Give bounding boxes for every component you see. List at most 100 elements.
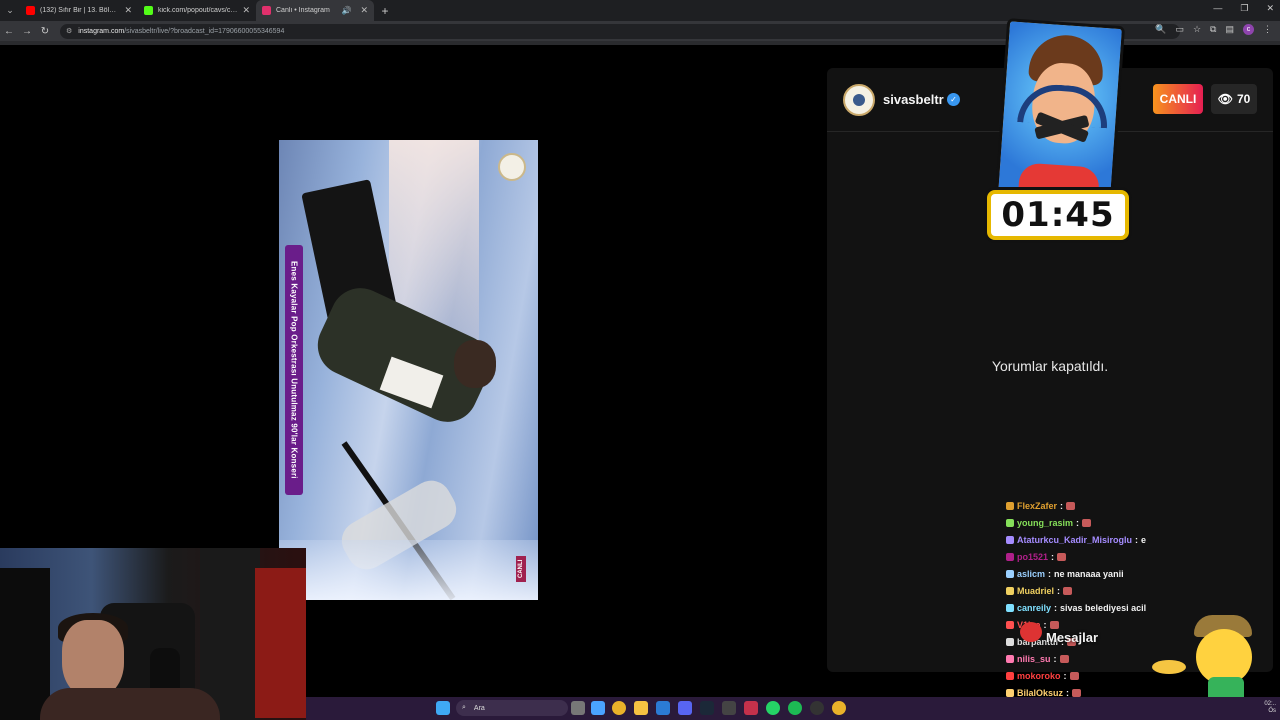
windows-taskbar: ⌕ Ara 02:.. Ös <box>306 697 1280 720</box>
speaker-icon[interactable]: 🔊 <box>341 6 351 15</box>
menu-icon[interactable]: ⋮ <box>1263 24 1272 35</box>
chrome-active-icon[interactable] <box>832 701 846 715</box>
browser-tab-bar: ⌄ (132) Sıfır Bir | 13. Bölüm - YouT ✕ k… <box>0 0 1280 21</box>
municipality-logo-icon <box>498 153 526 181</box>
account-avatar[interactable] <box>843 84 875 116</box>
chat-separator: : <box>1053 654 1057 664</box>
chat-message: canreily: sivas belediyesi acil <box>1006 600 1146 616</box>
reload-icon[interactable]: ↻ <box>36 26 54 37</box>
viewer-count-value: 70 <box>1236 92 1251 106</box>
search-label: Ara <box>473 704 485 712</box>
stage-floor <box>279 540 538 600</box>
bookmark-star-icon[interactable]: ☆ <box>1193 24 1201 35</box>
system-tray: 02:.. Ös <box>1264 701 1276 715</box>
live-badge: CANLI <box>1153 84 1203 114</box>
chat-username[interactable]: FlexZafer <box>1017 501 1057 511</box>
chat-username[interactable]: Ataturkcu_Kadir_Misiroglu <box>1017 535 1132 545</box>
chat-badge-icon <box>1006 587 1014 595</box>
chat-username[interactable]: Muadriel <box>1017 586 1054 596</box>
cast-icon[interactable]: ▭ <box>1175 24 1184 35</box>
chat-emote-icon <box>1069 672 1079 680</box>
eye-icon: 👁 <box>1217 92 1233 106</box>
chat-badge-icon <box>1006 689 1014 697</box>
viewer-count: 👁 70 <box>1211 84 1257 114</box>
url-path: /sivasbeltr/live/?broadcast_id=179066000… <box>124 27 285 35</box>
close-tab-icon[interactable]: ✕ <box>242 5 250 16</box>
copilot-icon[interactable] <box>591 701 605 715</box>
chat-message: aslicm: ne manaaa yanii <box>1006 566 1124 582</box>
app-icon[interactable] <box>722 701 736 715</box>
taskbar-search[interactable]: ⌕ Ara <box>456 700 568 716</box>
maximize-icon[interactable]: ❐ <box>1240 3 1248 14</box>
coins-icon <box>1152 660 1186 674</box>
chat-username[interactable]: po1521 <box>1017 552 1048 562</box>
chat-emote-icon <box>1082 519 1092 527</box>
explorer-icon[interactable] <box>634 701 648 715</box>
extensions-icon[interactable]: ⧉ <box>1210 24 1216 35</box>
new-tab-button[interactable]: + <box>374 4 396 18</box>
toolbar-icons: 🔍 ▭ ☆ ⧉ ▤ c ⋮ <box>1155 24 1272 35</box>
spotify-icon[interactable] <box>788 701 802 715</box>
tab-kick-chat[interactable]: kick.com/popout/cavs/chat ✕ <box>138 0 256 21</box>
chat-emote-icon <box>1059 655 1069 663</box>
site-info-icon[interactable]: ⚙ <box>66 27 72 35</box>
search-icon: ⌕ <box>462 704 466 711</box>
chat-separator: : <box>1063 671 1067 681</box>
chat-username[interactable]: aslicm <box>1017 569 1045 579</box>
chat-message: Muadriel: <box>1006 583 1073 599</box>
chat-emote-icon <box>1057 553 1067 561</box>
chat-badge-icon <box>1006 672 1014 680</box>
comments-disabled-text: Yorumlar kapatıldı. <box>991 358 1109 374</box>
chat-message: Ataturkcu_Kadir_Misiroglu: e <box>1006 532 1146 548</box>
performer-head <box>454 340 496 388</box>
back-icon[interactable]: ← <box>0 26 18 37</box>
forward-icon[interactable]: → <box>18 26 36 37</box>
task-view-icon[interactable] <box>571 701 585 715</box>
messages-label: Mesajlar <box>1046 630 1099 645</box>
account-username[interactable]: sivasbeltr <box>883 92 944 107</box>
chat-separator: : <box>1060 501 1064 511</box>
chat-separator: : <box>1054 603 1058 613</box>
video-live-badge: CANLI <box>516 556 526 582</box>
video-caption: Enes Kayalar Pop Orkestrası Unutulmaz 90… <box>285 245 303 495</box>
steam-icon[interactable] <box>700 701 714 715</box>
sidebar-icon[interactable]: ▤ <box>1225 24 1234 35</box>
close-tab-icon[interactable]: ✕ <box>360 5 368 16</box>
chat-separator: : <box>1076 518 1080 528</box>
timer-value: 01:45 <box>1001 195 1115 235</box>
close-window-icon[interactable]: ✕ <box>1266 3 1274 14</box>
live-video[interactable]: Enes Kayalar Pop Orkestrası Unutulmaz 90… <box>279 140 538 600</box>
chat-username[interactable]: canreily <box>1017 603 1051 613</box>
timer-overlay: 01:45 <box>985 18 1133 246</box>
chrome-icon[interactable] <box>612 701 626 715</box>
chat-badge-icon <box>1006 570 1014 578</box>
ccleaner-icon[interactable] <box>656 701 670 715</box>
youtube-icon <box>26 6 35 15</box>
webcam-feed <box>0 548 306 720</box>
start-icon[interactable] <box>436 701 450 715</box>
window-controls: — ❐ ✕ <box>1213 3 1274 14</box>
chat-username[interactable]: young_rasim <box>1017 518 1073 528</box>
discord-icon[interactable] <box>678 701 692 715</box>
chat-separator: : <box>1048 569 1052 579</box>
close-tab-icon[interactable]: ✕ <box>124 5 132 16</box>
chat-message: young_rasim: <box>1006 515 1092 531</box>
mail-icon[interactable] <box>744 701 758 715</box>
tab-search-icon[interactable]: ⌄ <box>0 0 20 21</box>
minimize-icon[interactable]: — <box>1213 3 1222 14</box>
tray-date: Ös <box>1268 708 1276 714</box>
tab-youtube[interactable]: (132) Sıfır Bir | 13. Bölüm - YouT ✕ <box>20 0 138 21</box>
instagram-icon <box>262 6 271 15</box>
tab-title: Canlı • Instagram <box>276 7 330 14</box>
obs-icon[interactable] <box>810 701 824 715</box>
whatsapp-icon[interactable] <box>766 701 780 715</box>
tab-instagram[interactable]: Canlı • Instagram 🔊 ✕ <box>256 0 374 21</box>
zoom-icon[interactable]: 🔍 <box>1155 24 1166 35</box>
chat-separator: : <box>1043 620 1047 630</box>
kick-icon <box>144 6 153 15</box>
chat-badge-icon <box>1006 536 1014 544</box>
streamer-cartoon <box>994 18 1126 204</box>
profile-avatar[interactable]: c <box>1243 24 1254 35</box>
chat-username[interactable]: nilis_su <box>1017 654 1051 664</box>
chat-username[interactable]: mokoroko <box>1017 671 1061 681</box>
